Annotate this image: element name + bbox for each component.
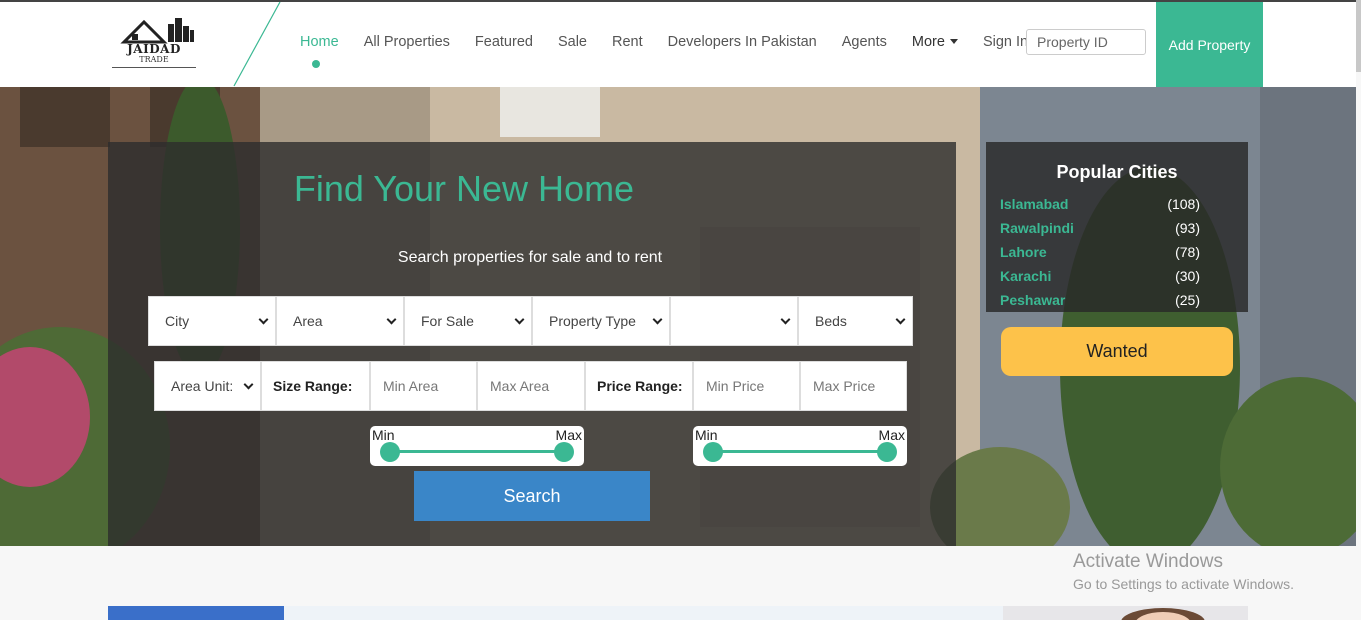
- size-slider-track[interactable]: [390, 450, 564, 453]
- nav-home-label: Home: [300, 34, 339, 50]
- subtype-select[interactable]: [670, 296, 798, 346]
- size-slider-max-label: Max: [555, 427, 582, 443]
- city-count: (108): [1167, 196, 1200, 212]
- area-unit-value: Area Unit:: [171, 378, 234, 394]
- price-range-label: Price Range:: [585, 361, 693, 411]
- property-type-select-value: Property Type: [549, 313, 636, 329]
- caret-down-icon: [949, 39, 958, 44]
- size-slider-min-label: Min: [372, 427, 395, 443]
- search-panel: Find Your New Home Search properties for…: [108, 142, 956, 546]
- search-subtitle: Search properties for sale and to rent: [108, 249, 956, 267]
- max-price-input[interactable]: Max Price: [800, 361, 907, 411]
- search-row-selects: City Area For Sale Property Type Beds: [148, 296, 913, 346]
- nav-more-label: More: [911, 34, 945, 50]
- city-name: Lahore: [1000, 244, 1047, 260]
- search-row-ranges: Area Unit: Size Range: Min Area Max Area…: [154, 361, 907, 411]
- chevron-down-icon: [386, 314, 397, 324]
- max-area-input[interactable]: Max Area: [477, 361, 585, 411]
- logo-text-trade: TRADE: [139, 55, 169, 64]
- bottom-photo-block: [1003, 606, 1248, 620]
- city-name: Peshawar: [1000, 292, 1066, 308]
- city-link-peshawar[interactable]: Peshawar (25): [1000, 292, 1200, 316]
- nav-agents[interactable]: Agents: [842, 34, 887, 50]
- price-slider-min-label: Min: [695, 427, 718, 443]
- beds-select-value: Beds: [815, 313, 847, 329]
- city-select[interactable]: City: [148, 296, 276, 346]
- chevron-down-icon: [895, 314, 906, 324]
- site-logo[interactable]: JAIDAD TRADE: [110, 16, 198, 70]
- chevron-down-icon: [652, 314, 663, 324]
- person-photo: [1121, 608, 1205, 620]
- chevron-down-icon: [258, 314, 269, 324]
- chevron-down-icon: [780, 314, 791, 324]
- city-count: (93): [1175, 220, 1200, 236]
- purpose-select-value: For Sale: [421, 313, 474, 329]
- city-link-rawalpindi[interactable]: Rawalpindi (93): [1000, 220, 1200, 244]
- popular-cities-title: Popular Cities: [1056, 162, 1178, 182]
- size-slider-max-handle[interactable]: [554, 442, 574, 462]
- header-diagonal-divider: [233, 2, 281, 87]
- search-subtitle-text: Search properties for sale and to rent: [397, 249, 663, 266]
- city-link-lahore[interactable]: Lahore (78): [1000, 244, 1200, 268]
- nav-sign-in[interactable]: Sign In: [983, 34, 1028, 50]
- nav-developers[interactable]: Developers In Pakistan: [668, 34, 817, 50]
- add-property-button[interactable]: Add Property: [1156, 2, 1263, 88]
- price-slider-track[interactable]: [713, 450, 887, 453]
- city-link-karachi[interactable]: Karachi (30): [1000, 268, 1200, 292]
- beds-select[interactable]: Beds: [798, 296, 913, 346]
- city-name: Karachi: [1000, 268, 1052, 284]
- chevron-down-icon: [243, 379, 254, 389]
- site-header: JAIDAD TRADE Home All Properties Feature…: [0, 0, 1356, 88]
- city-select-value: City: [165, 313, 190, 329]
- property-type-select[interactable]: Property Type: [532, 296, 670, 346]
- popular-cities-panel: Popular Cities Islamabad (108) Rawalpind…: [986, 142, 1248, 312]
- main-nav: Home All Properties Featured Sale Rent D…: [300, 34, 1053, 68]
- search-title-text: Find Your New Home: [293, 168, 635, 209]
- city-count: (25): [1175, 292, 1200, 308]
- area-unit-select[interactable]: Area Unit:: [154, 361, 261, 411]
- size-range-slider: Min Max: [370, 426, 584, 466]
- city-count: (78): [1175, 244, 1200, 260]
- city-count: (30): [1175, 268, 1200, 284]
- search-button[interactable]: Search: [414, 471, 650, 521]
- search-title: Find Your New Home: [108, 168, 956, 210]
- activate-windows-subtitle: Go to Settings to activate Windows.: [1073, 576, 1294, 592]
- size-slider-min-handle[interactable]: [380, 442, 400, 462]
- hero-section: Find Your New Home Search properties for…: [0, 87, 1356, 546]
- min-price-input[interactable]: Min Price: [693, 361, 800, 411]
- city-name: Rawalpindi: [1000, 220, 1074, 236]
- price-range-slider: Min Max: [693, 426, 907, 466]
- min-area-input[interactable]: Min Area: [370, 361, 477, 411]
- bottom-blue-block: [108, 606, 284, 620]
- price-slider-min-handle[interactable]: [703, 442, 723, 462]
- nav-more-dropdown[interactable]: More: [912, 34, 958, 50]
- area-select[interactable]: Area: [276, 296, 404, 346]
- page-scrollbar[interactable]: [1356, 0, 1361, 72]
- nav-active-dot: [312, 60, 320, 68]
- activate-windows-title: Activate Windows: [1073, 551, 1223, 572]
- price-slider-max-label: Max: [878, 427, 905, 443]
- logo-underline: [112, 67, 196, 68]
- city-link-islamabad[interactable]: Islamabad (108): [1000, 196, 1200, 220]
- property-id-input[interactable]: [1026, 29, 1146, 55]
- nav-all-properties[interactable]: All Properties: [364, 34, 450, 50]
- wanted-button[interactable]: Wanted: [1001, 327, 1233, 376]
- bottom-light-block: [284, 606, 1003, 620]
- logo-text-jaidad: JAIDAD: [127, 42, 181, 56]
- nav-home[interactable]: Home: [300, 34, 339, 68]
- price-slider-max-handle[interactable]: [877, 442, 897, 462]
- area-select-value: Area: [293, 313, 323, 329]
- purpose-select[interactable]: For Sale: [404, 296, 532, 346]
- size-range-label: Size Range:: [261, 361, 370, 411]
- nav-sale[interactable]: Sale: [558, 34, 587, 50]
- chevron-down-icon: [514, 314, 525, 324]
- nav-rent[interactable]: Rent: [612, 34, 643, 50]
- city-name: Islamabad: [1000, 196, 1069, 212]
- nav-featured[interactable]: Featured: [475, 34, 533, 50]
